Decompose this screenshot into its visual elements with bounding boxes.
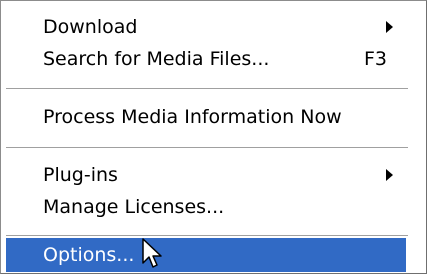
menu-item-download[interactable]: Download (6, 10, 406, 44)
menu-item-manage-licenses[interactable]: Manage Licenses... (6, 190, 406, 224)
menu-item-process-media-information[interactable]: Process Media Information Now (6, 100, 406, 134)
menu-separator (6, 88, 408, 89)
submenu-arrow-icon (386, 21, 393, 33)
context-menu: Download Search for Media Files... F3 Pr… (0, 0, 427, 274)
menu-item-label: Download (43, 16, 138, 38)
menu-item-shortcut: F3 (364, 48, 388, 70)
submenu-arrow-icon (386, 169, 393, 181)
menu-separator (6, 235, 408, 236)
menu-item-label: Plug-ins (43, 164, 118, 186)
menu-item-label: Process Media Information Now (43, 106, 342, 128)
menu-item-plug-ins[interactable]: Plug-ins (6, 158, 406, 192)
menu-item-search-media-files[interactable]: Search for Media Files... F3 (6, 42, 406, 76)
mouse-pointer-icon (142, 238, 162, 268)
menu-item-label: Manage Licenses... (43, 196, 225, 218)
menu-item-label: Search for Media Files... (43, 48, 270, 70)
menu-separator (6, 147, 408, 148)
menu-item-options[interactable]: Options... (6, 238, 406, 272)
menu-item-label: Options... (43, 244, 135, 266)
